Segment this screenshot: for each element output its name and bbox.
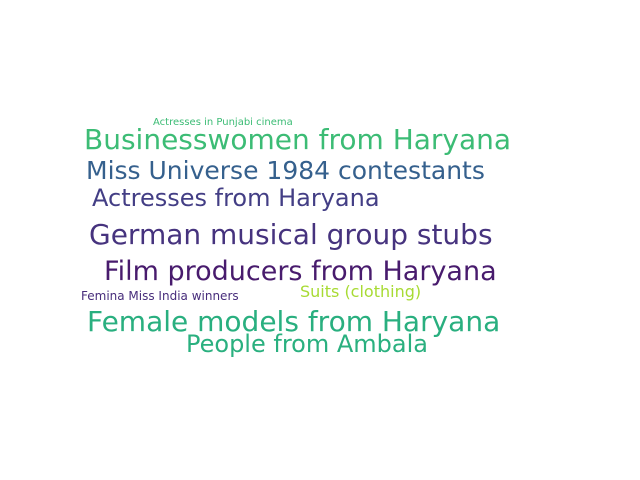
word-miss-universe-1984-contestants: Miss Universe 1984 contestants xyxy=(86,156,485,185)
word-femina-miss-india-winners: Femina Miss India winners xyxy=(81,289,239,303)
word-actresses-from-haryana: Actresses from Haryana xyxy=(92,184,380,212)
word-cloud: Actresses in Punjabi cinema Businesswome… xyxy=(0,0,640,480)
word-german-musical-group-stubs: German musical group stubs xyxy=(89,218,493,251)
word-people-from-ambala: People from Ambala xyxy=(186,330,428,358)
word-suits-clothing: Suits (clothing) xyxy=(300,282,422,301)
word-film-producers-from-haryana: Film producers from Haryana xyxy=(104,256,497,287)
word-businesswomen-from-haryana: Businesswomen from Haryana xyxy=(84,123,512,156)
